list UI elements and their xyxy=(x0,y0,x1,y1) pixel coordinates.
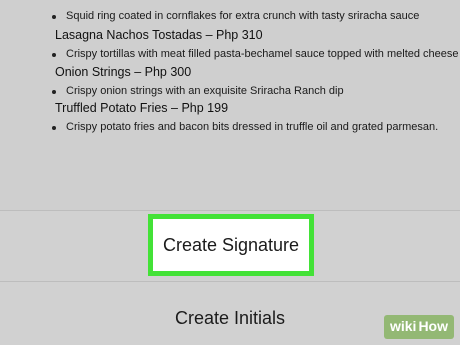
create-signature-button[interactable]: Create Signature xyxy=(148,214,314,276)
item-title: Onion Strings – Php 300 xyxy=(55,65,192,79)
item-description: Crispy tortillas with meat filled pasta-… xyxy=(52,48,459,60)
wikihow-watermark: wiki How xyxy=(383,315,454,339)
item-description: Crispy potato fries and bacon bits dress… xyxy=(51,121,439,133)
item-title: Truffled Potato Fries – Php 199 xyxy=(55,101,229,115)
item-title: Lasagna Nachos Tostadas – Php 310 xyxy=(55,28,263,42)
watermark-part2: How xyxy=(418,315,454,339)
document-page: Squid ring coated in cornflakes for extr… xyxy=(0,0,460,210)
item-description: Crispy onion strings with an exquisite S… xyxy=(52,85,344,97)
option-divider xyxy=(0,281,460,282)
watermark-part1: wiki xyxy=(383,315,419,339)
item-description: Squid ring coated in cornflakes for extr… xyxy=(51,10,420,22)
sheet-top-divider xyxy=(0,210,460,211)
